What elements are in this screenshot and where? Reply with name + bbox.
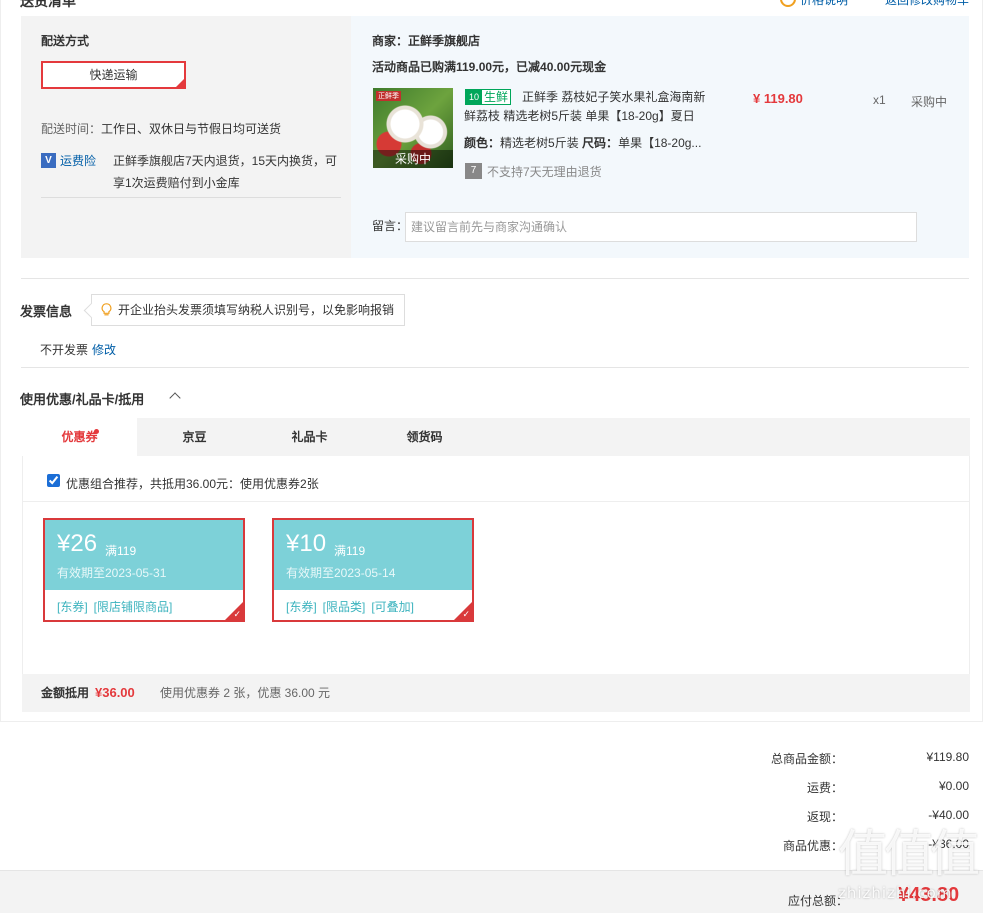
fresh-badge-label: 生鲜	[484, 90, 509, 104]
check-icon: ✓	[176, 77, 183, 86]
color-label: 颜色：	[464, 136, 501, 150]
discount-summary: 金额抵用 ¥36.00 使用优惠券 2 张，优惠 36.00 元	[22, 674, 970, 712]
no-return-icon: 7	[465, 163, 482, 179]
product-image-status: 采购中	[373, 150, 453, 168]
coupon-tag: [东券]	[286, 600, 317, 614]
stock-status: 采购中	[911, 95, 948, 109]
shipping-panel: 配送方式 快递运输 ✓ 配送时间：工作日、双休日与节假日均可送货 V 运费险 正…	[21, 16, 351, 258]
divider	[21, 367, 969, 368]
product-attributes: 颜色：精选老树5斤装 尺码：单果【18-20g...	[464, 134, 714, 151]
freight-value: ¥0.00	[938, 779, 969, 793]
divider	[21, 278, 969, 279]
tab-label: 礼品卡	[291, 430, 328, 444]
tab-coupons[interactable]: 优惠券	[22, 418, 137, 456]
rebate-label: 返现：	[806, 810, 843, 824]
fresh-badge: 10 生鲜	[465, 89, 512, 105]
product-quantity: x1	[873, 93, 886, 107]
shield-icon: V	[41, 153, 56, 168]
tab-gift-card[interactable]: 礼品卡	[252, 418, 367, 456]
coupon-tags: [东券] [限品类] [可叠加]	[286, 598, 420, 615]
color-value: 精选老树5斤装	[500, 136, 579, 150]
rebate-value: -¥40.00	[928, 808, 969, 822]
product-image-brand: 正鲜季	[376, 91, 401, 101]
tab-jingdou[interactable]: 京豆	[137, 418, 252, 456]
invoice-status: 不开发票	[40, 343, 89, 357]
fresh-icon: 10	[466, 90, 482, 104]
discount-value: -¥36.00	[928, 837, 969, 851]
chevron-up-icon[interactable]	[169, 392, 181, 404]
goods-total-label: 总商品金额：	[770, 752, 843, 766]
section-title: 送货清单	[20, 0, 76, 9]
freight-label: 运费：	[806, 781, 843, 795]
payable-value: ¥43.80	[898, 884, 960, 906]
checkout-list-header: 送货清单 价格说明 返回修改购物车	[0, 0, 983, 14]
coupon-tag: [限店铺限商品]	[93, 600, 173, 614]
coupon-tags: [东券] [限店铺限商品]	[57, 598, 178, 615]
shipping-title: 配送方式	[41, 34, 90, 48]
price-note-link[interactable]: 价格说明	[800, 0, 848, 8]
coupon-tag: [可叠加]	[371, 600, 415, 614]
shipping-method-label: 快递运输	[89, 68, 138, 82]
note-input[interactable]	[405, 212, 917, 242]
no-return-text: 不支持7天无理由退货	[487, 165, 602, 179]
check-icon: ✓	[233, 609, 241, 619]
discount-section-title[interactable]: 使用优惠/礼品卡/抵用	[20, 389, 144, 408]
tab-redeem-code[interactable]: 领货码	[367, 418, 482, 456]
invoice-tip: 开企业抬头发票须填写纳税人识别号，以免影响报销	[91, 294, 406, 326]
combo-recommend-checkbox[interactable]	[47, 474, 60, 487]
promo-text: 活动商品已购满119.00元，已减40.00元现金	[372, 60, 607, 74]
note-label: 留言：	[372, 219, 409, 233]
tab-label: 京豆	[182, 430, 207, 444]
delivery-time: 配送时间：工作日、双休日与节假日均可送货	[41, 120, 281, 137]
freight-insurance-desc: 正鲜季旗舰店7天内退货，15天内换货，可享1次运费赔付到小金库	[113, 154, 338, 190]
coupon-card[interactable]: ¥10 满119 有效期至2023-05-14 [东券] [限品类] [可叠加] ✓	[272, 518, 474, 622]
payable-label: 应付总额：	[788, 894, 849, 908]
shop-name: 商家：正鲜季旗舰店	[372, 34, 481, 48]
size-value: 单果【18-20g...	[618, 136, 702, 150]
coupon-condition: 满119	[334, 544, 366, 558]
coupon-amount: ¥10	[286, 530, 327, 557]
delivery-time-label: 配送时间：	[41, 122, 102, 136]
divider	[23, 501, 969, 502]
coupon-tag: [限品类]	[322, 600, 366, 614]
warning-icon	[780, 0, 796, 7]
discount-summary-value: ¥36.00	[95, 685, 135, 700]
tab-label: 优惠券	[61, 430, 98, 444]
invoice-tip-text: 开企业抬头发票须填写纳税人识别号，以免影响报销	[118, 303, 395, 317]
product-price: ¥ 119.80	[753, 91, 803, 106]
discount-label: 商品优惠：	[782, 839, 843, 853]
freight-insurance-link[interactable]: 运费险	[60, 152, 96, 169]
tab-label: 领货码	[406, 430, 443, 444]
new-dot-icon	[94, 429, 99, 434]
discount-summary-desc: 使用优惠券 2 张，优惠 36.00 元	[160, 686, 331, 700]
coupon-expiry: 有效期至2023-05-14	[286, 566, 396, 580]
back-to-cart-link[interactable]: 返回修改购物车	[885, 0, 969, 8]
lightbulb-icon	[101, 303, 112, 316]
express-shipping-button[interactable]: 快递运输 ✓	[41, 61, 186, 89]
coupon-card[interactable]: ¥26 满119 有效期至2023-05-31 [东券] [限店铺限商品] ✓	[43, 518, 245, 622]
size-label: 尺码：	[582, 136, 619, 150]
invoice-edit-link[interactable]: 修改	[92, 341, 116, 358]
coupon-amount: ¥26	[57, 530, 98, 557]
coupon-card-top: ¥10 满119 有效期至2023-05-14	[274, 520, 472, 590]
combo-recommend-text: 优惠组合推荐，共抵用36.00元：使用优惠券2张	[66, 477, 319, 491]
coupon-condition: 满119	[105, 544, 137, 558]
coupon-expiry: 有效期至2023-05-31	[57, 566, 167, 580]
goods-total-value: ¥119.80	[926, 750, 970, 764]
delivery-time-value: 工作日、双休日与节假日均可送货	[101, 122, 282, 136]
coupon-card-top: ¥26 满119 有效期至2023-05-31	[45, 520, 243, 590]
check-icon: ✓	[462, 609, 470, 619]
coupon-panel: 优惠组合推荐，共抵用36.00元：使用优惠券2张 ¥26 满119 有效期至20…	[22, 456, 970, 674]
coupon-tag: [东券]	[57, 600, 88, 614]
discount-summary-label: 金额抵用	[41, 686, 90, 700]
invoice-title: 发票信息	[20, 304, 73, 319]
discount-tabs: 优惠券 京豆 礼品卡 领货码	[22, 418, 970, 456]
divider	[41, 197, 341, 198]
shop-panel: 商家：正鲜季旗舰店 活动商品已购满119.00元，已减40.00元现金 正鲜季 …	[351, 16, 969, 258]
product-image[interactable]: 正鲜季 采购中	[373, 88, 453, 168]
